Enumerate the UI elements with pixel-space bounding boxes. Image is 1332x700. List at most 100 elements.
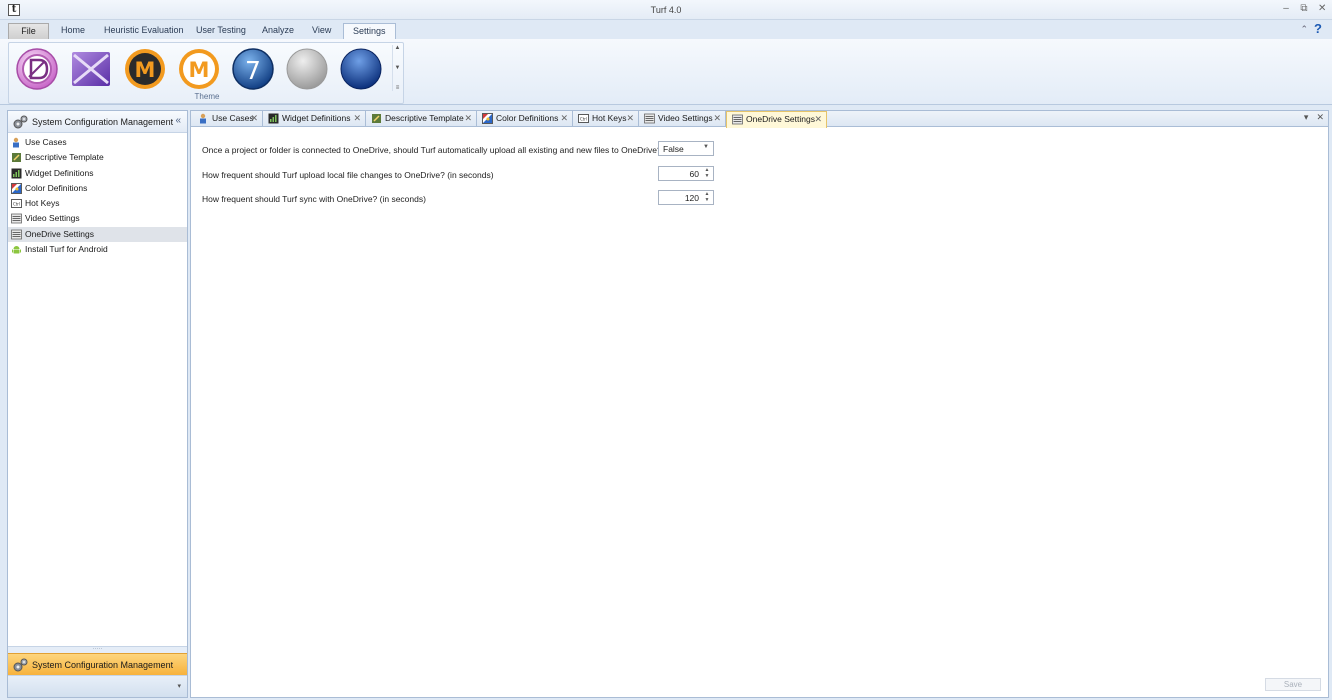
spin-arrows-icon[interactable]: ▲ ▼ xyxy=(703,167,711,180)
gallery-expand-icon[interactable]: ≡ xyxy=(393,85,402,91)
ribbon-body: M M 7 ▲ ▼ ≡ Theme xyxy=(0,39,1332,105)
sidebar-item-label: Color Definitions xyxy=(25,182,88,193)
scroll-up-icon[interactable]: ▲ xyxy=(393,45,402,51)
theme-windows7-icon[interactable]: 7 xyxy=(231,47,275,91)
template-icon xyxy=(372,114,381,123)
sidebar-item-widget-definitions[interactable]: Widget Definitions xyxy=(8,166,187,181)
close-tab-icon[interactable]: ✕ xyxy=(250,111,258,126)
close-document-icon[interactable]: ✕ xyxy=(1316,112,1324,123)
auto-upload-select[interactable]: False ▼ xyxy=(658,141,714,156)
sync-frequency-label: How frequent should Turf sync with OneDr… xyxy=(202,194,426,204)
doc-tab-video-settings[interactable]: Video Settings ✕ xyxy=(639,111,726,127)
video-icon xyxy=(11,214,22,224)
theme-blue-icon[interactable] xyxy=(339,47,383,91)
doc-tab-onedrive-settings[interactable]: OneDrive Settings ✕ xyxy=(726,111,827,128)
theme-group-label: Theme xyxy=(194,92,220,101)
doc-tab-color-definitions[interactable]: Color Definitions ✕ xyxy=(477,111,573,127)
sidebar-item-video-settings[interactable]: Video Settings xyxy=(8,211,187,226)
sidebar-item-use-cases[interactable]: Use Cases xyxy=(8,135,187,150)
left-panel-header: System Configuration Management « xyxy=(8,111,187,133)
sidebar-item-descriptive-template[interactable]: Descriptive Template xyxy=(8,150,187,165)
onedrive-icon xyxy=(732,114,743,125)
restore-icon[interactable]: ⧉ xyxy=(1300,3,1308,14)
theme-purple-d-icon[interactable] xyxy=(15,47,59,91)
overflow-menu-icon[interactable]: ▾ xyxy=(177,682,181,690)
widget-icon xyxy=(11,168,22,179)
document-tools: ▾ ✕ xyxy=(1304,112,1324,123)
gears-icon xyxy=(13,115,28,129)
ribbon-right-tools: ⌃ ? xyxy=(1300,22,1326,36)
chevron-down-icon: ▼ xyxy=(703,144,709,150)
doc-tab-widget-definitions[interactable]: Widget Definitions ✕ xyxy=(263,111,366,127)
tab-view[interactable]: View xyxy=(303,23,340,39)
color-icon xyxy=(482,113,493,124)
sidebar-item-install-android[interactable]: Install Turf for Android xyxy=(8,242,187,257)
sidebar-item-hot-keys[interactable]: Ctrl Hot Keys xyxy=(8,196,187,211)
doc-tab-use-cases[interactable]: Use Cases ✕ xyxy=(193,111,263,127)
minimize-icon[interactable]: – xyxy=(1282,3,1290,14)
collapse-panel-icon[interactable]: « xyxy=(175,115,181,126)
svg-text:Ctrl: Ctrl xyxy=(580,117,587,122)
sidebar-item-label: Video Settings xyxy=(25,213,80,224)
sync-frequency-value: 120 xyxy=(684,193,699,203)
window-title: Turf 4.0 xyxy=(650,5,682,15)
close-tab-icon[interactable]: ✕ xyxy=(353,111,361,126)
document-tab-strip: Use Cases ✕ Widget Definitions ✕ Descrip… xyxy=(191,111,1328,128)
keyboard-icon: Ctrl xyxy=(11,199,22,209)
spin-arrows-icon[interactable]: ▲ ▼ xyxy=(703,191,711,204)
tab-list-dropdown-icon[interactable]: ▾ xyxy=(1304,112,1309,123)
theme-group: M M 7 ▲ ▼ ≡ Theme xyxy=(8,42,404,104)
sidebar-item-label: OneDrive Settings xyxy=(25,228,94,239)
sidebar-item-color-definitions[interactable]: Color Definitions xyxy=(8,181,187,196)
nav-list: Use Cases Descriptive Template Widget De… xyxy=(8,133,187,257)
template-icon xyxy=(12,153,21,163)
close-tab-icon[interactable]: ✕ xyxy=(626,111,634,126)
tab-analyze[interactable]: Analyze xyxy=(253,23,303,39)
theme-light-m-icon[interactable]: M xyxy=(177,47,221,91)
collapse-ribbon-icon[interactable]: ⌃ xyxy=(1300,24,1308,35)
close-tab-icon[interactable]: ✕ xyxy=(713,111,721,126)
tab-heuristic-evaluation[interactable]: Heuristic Evaluation xyxy=(95,23,193,39)
nav-group-system-config[interactable]: System Configuration Management xyxy=(8,653,187,675)
tab-home[interactable]: Home xyxy=(52,23,94,39)
panel-splitter[interactable]: ····· xyxy=(8,646,187,653)
onedrive-icon xyxy=(11,229,22,240)
document-area: Use Cases ✕ Widget Definitions ✕ Descrip… xyxy=(190,110,1329,698)
scroll-down-icon[interactable]: ▼ xyxy=(393,65,402,71)
use-cases-icon xyxy=(200,113,206,124)
doc-tab-hot-keys[interactable]: Ctrl Hot Keys ✕ xyxy=(573,111,639,127)
doc-tab-descriptive-template[interactable]: Descriptive Template ✕ xyxy=(366,111,477,127)
window-controls: – ⧉ ✕ xyxy=(1282,3,1326,14)
close-tab-icon[interactable]: ✕ xyxy=(560,111,568,126)
sidebar-item-label: Hot Keys xyxy=(25,198,60,209)
upload-frequency-stepper[interactable]: 60 ▲ ▼ xyxy=(658,166,714,181)
help-icon[interactable]: ? xyxy=(1314,22,1326,36)
theme-dark-m-icon[interactable]: M xyxy=(123,47,167,91)
android-icon xyxy=(12,246,21,254)
svg-text:Ctrl: Ctrl xyxy=(13,202,20,207)
doc-tab-label: Widget Definitions xyxy=(282,113,351,123)
nav-overflow-bar: ▾ xyxy=(8,675,187,697)
save-button[interactable]: Save xyxy=(1265,678,1321,691)
theme-silver-icon[interactable] xyxy=(285,47,329,91)
tab-file[interactable]: File xyxy=(8,23,49,39)
sidebar-item-onedrive-settings[interactable]: OneDrive Settings xyxy=(8,226,187,243)
sync-frequency-stepper[interactable]: 120 ▲ ▼ xyxy=(658,190,714,205)
upload-frequency-value: 60 xyxy=(689,169,699,179)
close-icon[interactable]: ✕ xyxy=(1318,3,1326,14)
theme-vs-icon[interactable] xyxy=(69,47,113,91)
sidebar-item-label: Widget Definitions xyxy=(25,167,94,178)
doc-tab-label: Video Settings xyxy=(658,113,713,123)
close-tab-icon[interactable]: ✕ xyxy=(464,111,472,126)
auto-upload-label: Once a project or folder is connected to… xyxy=(202,145,662,155)
doc-tab-label: Hot Keys xyxy=(592,113,627,123)
tab-user-testing[interactable]: User Testing xyxy=(187,23,255,39)
svg-text:M: M xyxy=(135,58,156,82)
auto-upload-value: False xyxy=(663,144,684,154)
tab-settings[interactable]: Settings xyxy=(343,23,396,39)
left-nav-panel: System Configuration Management « Use Ca… xyxy=(7,110,188,698)
gallery-scroll[interactable]: ▲ ▼ ≡ xyxy=(392,45,402,91)
color-icon xyxy=(11,182,22,194)
doc-tab-label: Use Cases xyxy=(212,113,254,123)
close-tab-icon[interactable]: ✕ xyxy=(814,112,822,127)
